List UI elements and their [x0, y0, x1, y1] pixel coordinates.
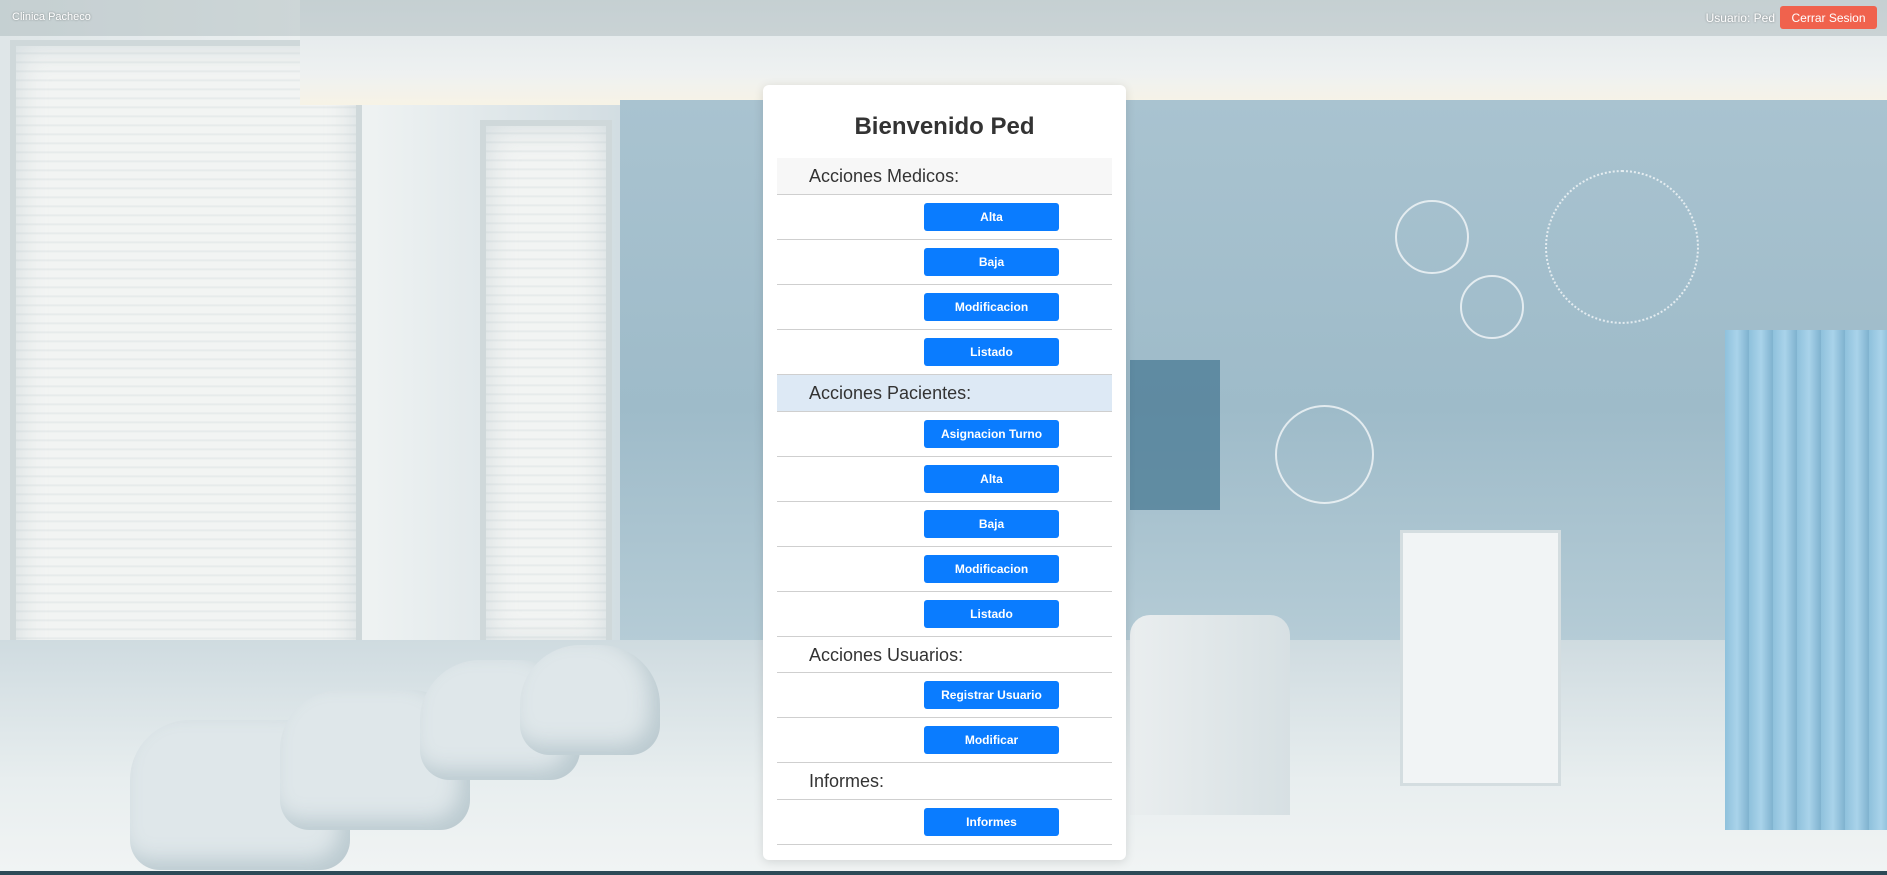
- section-header-medicos: Acciones Medicos:: [777, 158, 1112, 195]
- background-curtain: [1725, 330, 1887, 830]
- background-ring: [1275, 405, 1374, 504]
- list-item: Alta: [777, 457, 1112, 502]
- background-ring: [1395, 200, 1469, 274]
- logout-button[interactable]: Cerrar Sesion: [1780, 6, 1877, 29]
- modificar-usuario-button[interactable]: Modificar: [924, 726, 1059, 754]
- top-bar: Clinica Pacheco Usuario: Ped Cerrar Sesi…: [0, 0, 1887, 36]
- list-item: Alta: [777, 195, 1112, 240]
- medico-modificacion-button[interactable]: Modificacion: [924, 293, 1059, 321]
- user-label: Usuario: Ped: [1705, 11, 1775, 25]
- list-item: Modificacion: [777, 285, 1112, 330]
- list-item: Listado: [777, 592, 1112, 637]
- background-chair: [520, 645, 660, 755]
- list-item: Registrar Usuario: [777, 673, 1112, 718]
- paciente-baja-button[interactable]: Baja: [924, 510, 1059, 538]
- section-header-pacientes: Acciones Pacientes:: [777, 375, 1112, 412]
- list-item: Baja: [777, 240, 1112, 285]
- paciente-modificacion-button[interactable]: Modificacion: [924, 555, 1059, 583]
- background-ring: [1460, 275, 1524, 339]
- medico-listado-button[interactable]: Listado: [924, 338, 1059, 366]
- background-window: [480, 120, 612, 652]
- list-item: Modificar: [777, 718, 1112, 763]
- paciente-listado-button[interactable]: Listado: [924, 600, 1059, 628]
- medico-alta-button[interactable]: Alta: [924, 203, 1059, 231]
- registrar-usuario-button[interactable]: Registrar Usuario: [924, 681, 1059, 709]
- brand-name[interactable]: Clinica Pacheco: [12, 11, 91, 23]
- list-item: Asignacion Turno: [777, 412, 1112, 457]
- list-item: Informes: [777, 800, 1112, 845]
- background-cabinet: [1400, 530, 1561, 786]
- actions-card: Bienvenido Ped Acciones Medicos: Alta Ba…: [763, 85, 1126, 860]
- background-ring: [1545, 170, 1699, 324]
- informes-button[interactable]: Informes: [924, 808, 1059, 836]
- background-strip: [0, 871, 1887, 875]
- background-desk: [1130, 615, 1290, 815]
- list-item: Listado: [777, 330, 1112, 375]
- medico-baja-button[interactable]: Baja: [924, 248, 1059, 276]
- paciente-asignacion-turno-button[interactable]: Asignacion Turno: [924, 420, 1059, 448]
- background-window: [10, 40, 362, 742]
- section-header-informes: Informes:: [777, 763, 1112, 800]
- section-header-usuarios: Acciones Usuarios:: [777, 637, 1112, 673]
- page-title: Bienvenido Ped: [854, 113, 1035, 140]
- background-panel: [1130, 360, 1220, 510]
- paciente-alta-button[interactable]: Alta: [924, 465, 1059, 493]
- list-item: Modificacion: [777, 547, 1112, 592]
- list-item: Baja: [777, 502, 1112, 547]
